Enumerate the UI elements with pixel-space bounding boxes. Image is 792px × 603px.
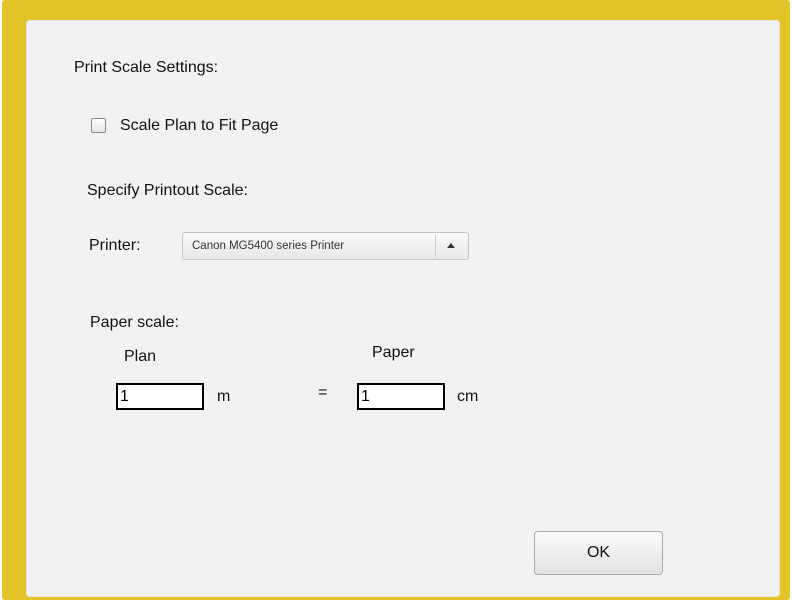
paper-unit-label: cm	[457, 388, 479, 405]
chevron-up-icon[interactable]	[447, 243, 455, 248]
printer-select[interactable]: Canon MG5400 series Printer	[182, 232, 469, 260]
scale-to-fit-label[interactable]: Scale Plan to Fit Page	[120, 118, 278, 134]
section-title: Print Scale Settings:	[74, 59, 219, 76]
printer-label: Printer:	[89, 237, 141, 254]
print-scale-dialog	[26, 20, 780, 597]
plan-unit-label: m	[217, 388, 231, 405]
paper-scale-label: Paper scale:	[90, 314, 179, 331]
specify-scale-label: Specify Printout Scale:	[87, 182, 248, 199]
ok-button[interactable]: OK	[534, 531, 663, 575]
paper-scale-input[interactable]	[357, 383, 445, 410]
scale-to-fit-checkbox[interactable]	[91, 118, 106, 133]
equals-sign: =	[318, 384, 328, 401]
paper-header: Paper	[372, 344, 415, 361]
printer-select-value: Canon MG5400 series Printer	[192, 240, 345, 252]
plan-header: Plan	[124, 348, 157, 365]
plan-scale-input[interactable]	[116, 383, 204, 410]
select-divider	[435, 235, 436, 257]
